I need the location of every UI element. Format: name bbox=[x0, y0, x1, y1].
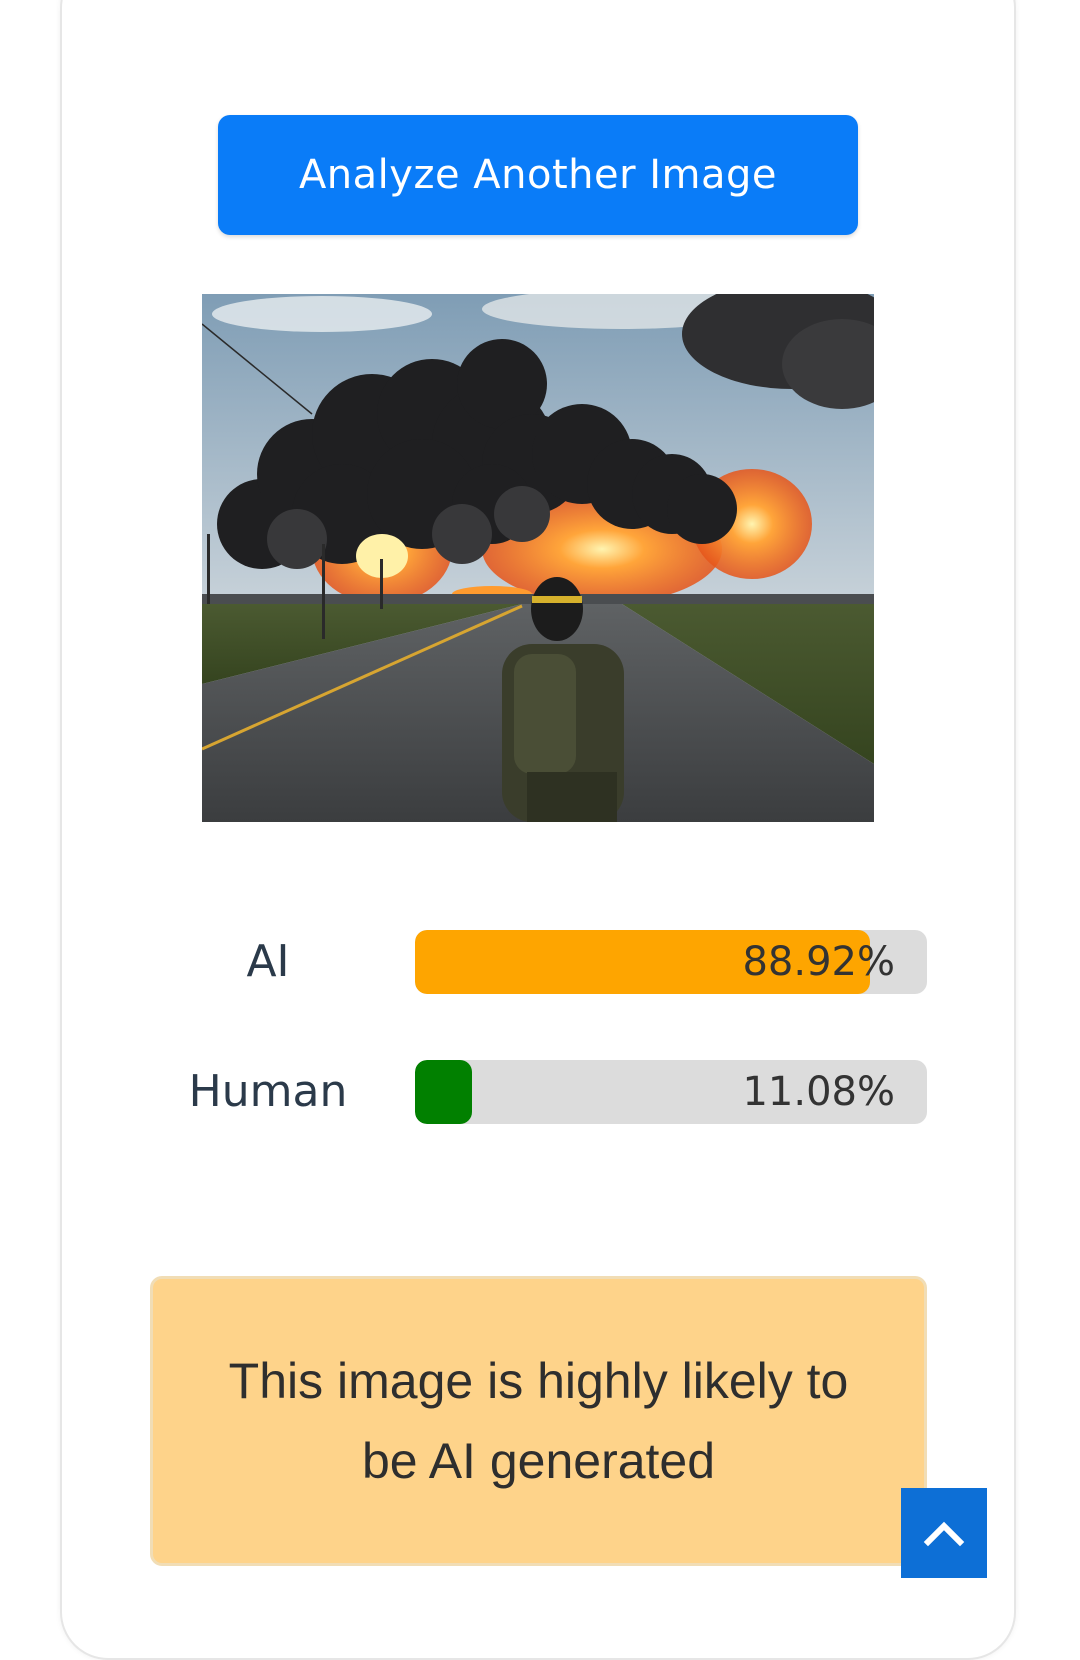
chevron-up-icon bbox=[923, 1521, 965, 1547]
analyzed-image-graphic bbox=[202, 294, 874, 822]
ai-progress-bar: 88.92% bbox=[415, 930, 927, 994]
verdict-message: This image is highly likely to be AI gen… bbox=[150, 1276, 927, 1566]
ai-percent: 88.92% bbox=[742, 939, 895, 985]
human-percent: 11.08% bbox=[742, 1069, 895, 1115]
ai-label: AI bbox=[246, 936, 290, 987]
human-progress-fill bbox=[415, 1060, 472, 1124]
verdict-text: This image is highly likely to be AI gen… bbox=[228, 1353, 849, 1489]
human-progress-bar: 11.08% bbox=[415, 1060, 927, 1124]
human-label: Human bbox=[188, 1066, 348, 1117]
scroll-to-top-button[interactable] bbox=[901, 1488, 987, 1578]
analyzed-image bbox=[202, 294, 874, 822]
analyze-another-image-button[interactable]: Analyze Another Image bbox=[218, 115, 858, 235]
